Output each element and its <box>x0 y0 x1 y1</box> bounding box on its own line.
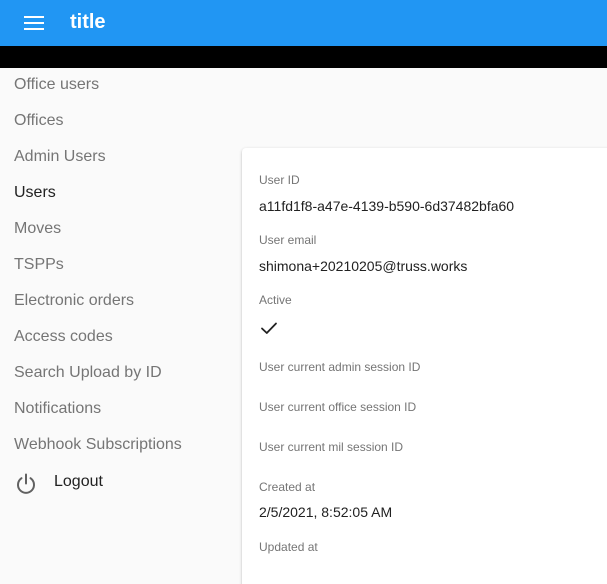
mil-session-label: User current mil session ID <box>259 440 404 454</box>
sidebar-item-label: Users <box>14 184 56 201</box>
sidebar-item-office-users[interactable]: Office users <box>0 68 240 104</box>
updated-at-label: Updated at <box>259 540 318 554</box>
check-icon <box>261 322 277 334</box>
sidebar-item-access-codes[interactable]: Access codes <box>0 320 240 356</box>
sidebar-item-label: Moves <box>14 220 62 237</box>
admin-session-label: User current admin session ID <box>259 360 421 374</box>
created-at-label: Created at <box>259 480 316 494</box>
sidebar-item-label: Offices <box>14 112 64 129</box>
sidebar-item-label: Notifications <box>14 400 102 417</box>
menu-button[interactable] <box>14 10 54 36</box>
menu-icon <box>24 16 44 30</box>
created-at-value: 2/5/2021, 8:52:05 AM <box>259 504 393 520</box>
sidebar-item-notifications[interactable]: Notifications <box>0 392 240 428</box>
sidebar-item-electronic-orders[interactable]: Electronic orders <box>0 284 240 320</box>
sidebar-item-label: Access codes <box>14 328 113 345</box>
sidebar-item-webhook-subscriptions[interactable]: Webhook Subscriptions <box>0 428 240 464</box>
toolbar-band <box>0 46 607 68</box>
sidebar-item-label: Admin Users <box>14 148 106 165</box>
user-show-card: User ID a11fd1f8-a47e-4139-b590-6d37482b… <box>242 148 607 584</box>
user-email-value: shimona+20210205@truss.works <box>259 258 468 274</box>
sidebar-item-offices[interactable]: Offices <box>0 104 240 140</box>
sidebar-item-users[interactable]: Users <box>0 176 240 212</box>
user-id-label: User ID <box>259 173 300 187</box>
logout-menu-item[interactable]: Logout <box>0 468 240 496</box>
sidebar-item-label: Office users <box>14 76 100 93</box>
sidebar-item-label: Electronic orders <box>14 292 135 309</box>
sidebar-item-label: Webhook Subscriptions <box>14 436 182 453</box>
app-bar: title <box>0 0 607 46</box>
user-id-value: a11fd1f8-a47e-4139-b590-6d37482bfa60 <box>259 198 515 214</box>
logout-label: Logout <box>54 473 103 490</box>
active-label: Active <box>259 293 292 307</box>
sidebar-item-admin-users[interactable]: Admin Users <box>0 140 240 176</box>
sidebar-item-tspps[interactable]: TSPPs <box>0 248 240 284</box>
sidebar-item-moves[interactable]: Moves <box>0 212 240 248</box>
app-title: title <box>70 11 106 33</box>
user-email-label: User email <box>259 233 317 247</box>
sidebar-item-search-upload[interactable]: Search Upload by ID <box>0 356 240 392</box>
sidebar-item-label: TSPPs <box>14 256 64 273</box>
power-icon <box>17 473 35 494</box>
office-session-label: User current office session ID <box>259 400 417 414</box>
sidebar-item-label: Search Upload by ID <box>14 364 162 381</box>
